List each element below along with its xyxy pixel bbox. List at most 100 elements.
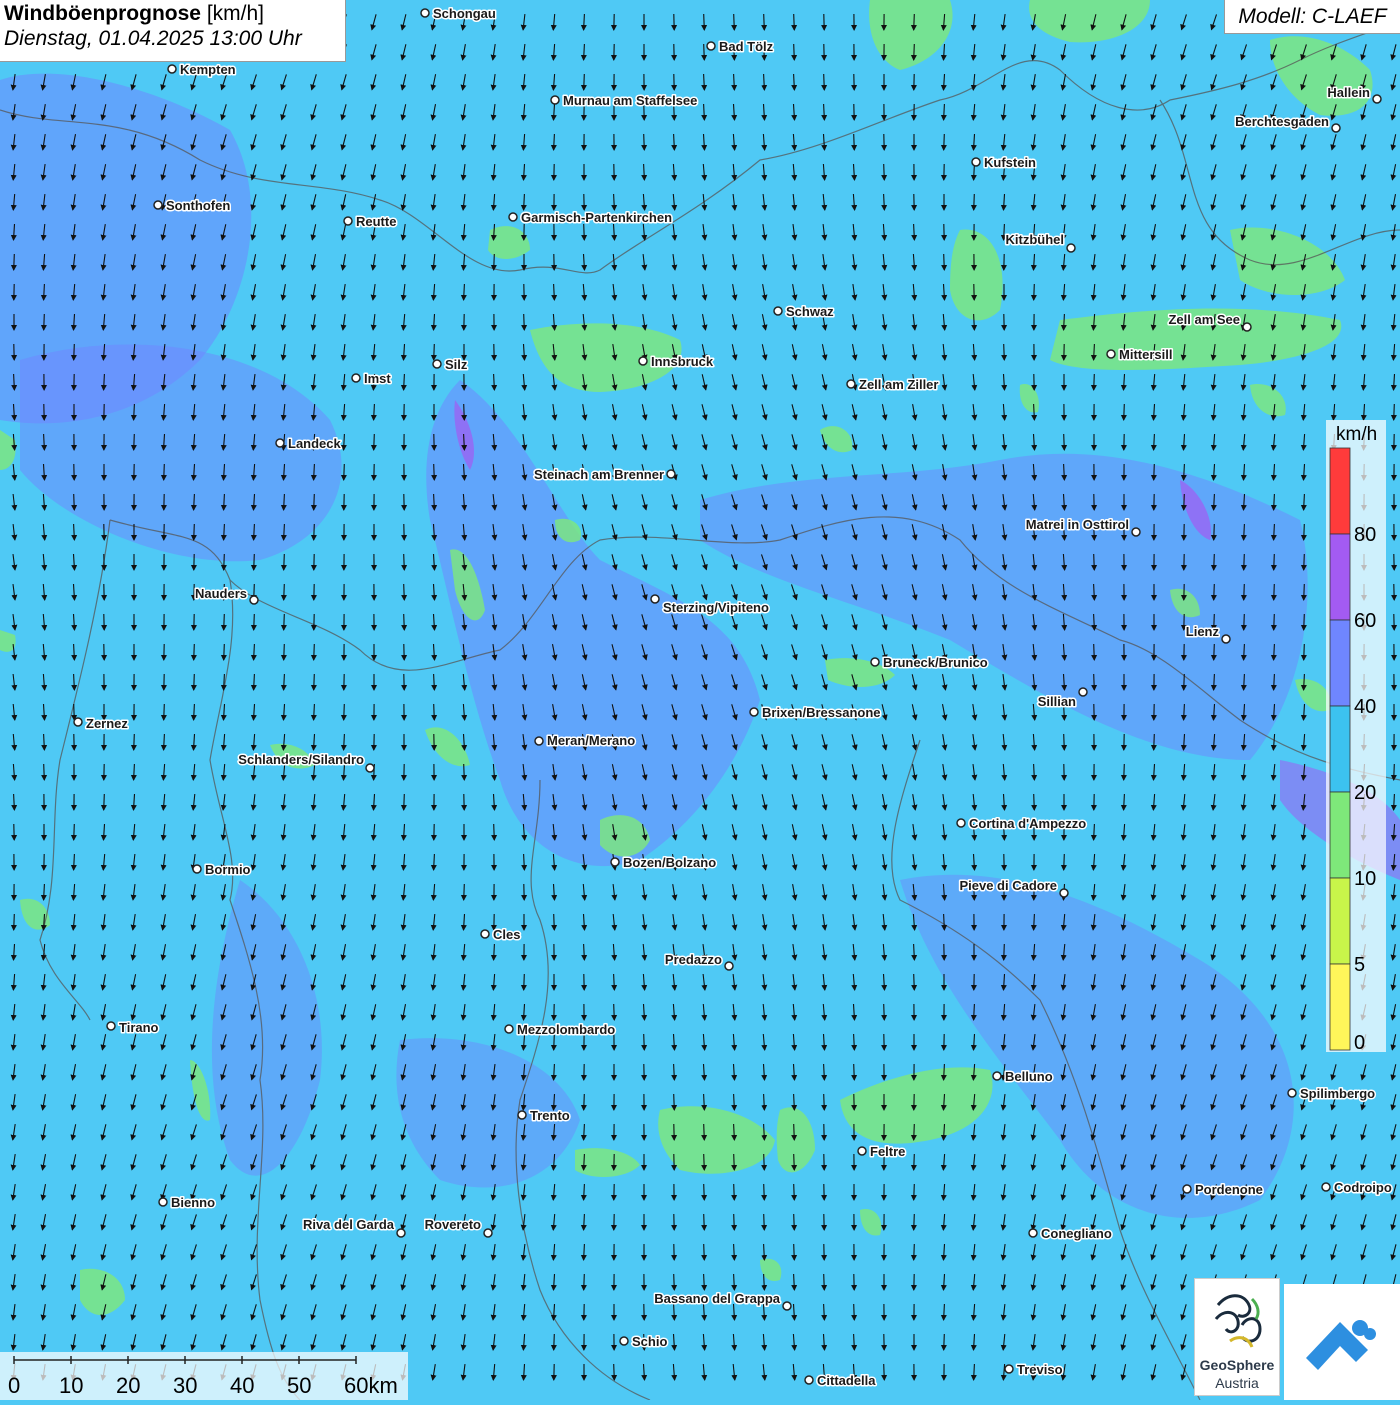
model-label: Modell: C-LAEF	[1224, 0, 1400, 34]
legend-scale: 80 60 40 20 10 5 0	[1326, 420, 1386, 1052]
city-mezzolombardo[interactable]: Mezzolombardo	[505, 1022, 615, 1037]
city-murnau[interactable]: Murnau am Staffelsee	[551, 93, 697, 108]
legend-band	[1330, 878, 1350, 964]
svg-text:Bozen/Bolzano: Bozen/Bolzano	[623, 855, 716, 870]
geosphere-country: Austria	[1195, 1375, 1279, 1391]
svg-text:Bienno: Bienno	[171, 1195, 215, 1210]
svg-text:Mittersill: Mittersill	[1119, 347, 1172, 362]
svg-text:Cortina d'Ampezzo: Cortina d'Ampezzo	[969, 816, 1086, 831]
city-innsbruck[interactable]: Innsbruck	[639, 354, 714, 369]
scalebar-label: 60km	[344, 1373, 398, 1398]
svg-text:Spilimbergo: Spilimbergo	[1300, 1086, 1375, 1101]
city-pordenone[interactable]: Pordenone	[1183, 1182, 1263, 1197]
city-spilimbergo[interactable]: Spilimbergo	[1288, 1086, 1375, 1101]
city-meran[interactable]: Meran/Merano	[535, 733, 635, 748]
color-legend: km/h 806040201050	[1326, 420, 1386, 1052]
svg-text:Rovereto: Rovereto	[425, 1217, 481, 1232]
scalebar-label: 0	[8, 1373, 20, 1398]
svg-text:Cles: Cles	[493, 927, 520, 942]
city-bruneck[interactable]: Bruneck/Brunico	[871, 655, 988, 670]
svg-text:Zernez: Zernez	[86, 716, 128, 731]
svg-text:Codroipo: Codroipo	[1334, 1180, 1392, 1195]
svg-text:Schio: Schio	[632, 1334, 667, 1349]
legend-tick-label: 20	[1354, 782, 1376, 804]
legend-tick-label: 80	[1354, 524, 1376, 546]
forecast-datetime: Dienstag, 01.04.2025 13:00 Uhr	[4, 27, 341, 51]
svg-text:Zell am Ziller: Zell am Ziller	[859, 377, 938, 392]
city-sonthofen[interactable]: Sonthofen	[154, 198, 230, 213]
wind-app-icon	[1284, 1284, 1400, 1400]
map-title-unit: [km/h]	[207, 2, 264, 25]
svg-text:Pieve di Cadore: Pieve di Cadore	[959, 878, 1057, 893]
svg-text:Trento: Trento	[530, 1108, 570, 1123]
svg-text:Sonthofen: Sonthofen	[166, 198, 230, 213]
legend-band	[1330, 448, 1350, 534]
svg-text:Cittadella: Cittadella	[817, 1373, 876, 1388]
svg-text:Innsbruck: Innsbruck	[651, 354, 714, 369]
city-brixen[interactable]: Brixen/Bressanone	[750, 705, 881, 720]
scalebar-label: 50	[287, 1373, 311, 1398]
svg-text:Landeck: Landeck	[288, 436, 342, 451]
city-garmisch[interactable]: Garmisch-Partenkirchen	[509, 210, 672, 225]
legend-band	[1330, 534, 1350, 620]
svg-text:Zell am See: Zell am See	[1168, 312, 1240, 327]
legend-band	[1330, 792, 1350, 878]
svg-text:Silz: Silz	[445, 357, 468, 372]
map-title-box: Windböenprognose [km/h] Dienstag, 01.04.…	[0, 0, 346, 62]
legend-tick-label: 5	[1354, 954, 1365, 976]
svg-text:Riva del Garda: Riva del Garda	[303, 1217, 395, 1232]
svg-text:Meran/Merano: Meran/Merano	[547, 733, 635, 748]
legend-band	[1330, 964, 1350, 1050]
svg-text:Schwaz: Schwaz	[786, 304, 834, 319]
svg-text:Schlanders/Silandro: Schlanders/Silandro	[238, 752, 364, 767]
city-bozen[interactable]: Bozen/Bolzano	[611, 855, 716, 870]
svg-text:Hallein: Hallein	[1327, 85, 1370, 100]
svg-text:Belluno: Belluno	[1005, 1069, 1053, 1084]
svg-text:Sterzing/Vipiteno: Sterzing/Vipiteno	[663, 600, 769, 615]
scalebar-label: 10	[59, 1373, 83, 1398]
svg-text:Pordenone: Pordenone	[1195, 1182, 1263, 1197]
svg-text:Sillian: Sillian	[1038, 694, 1076, 709]
svg-text:Kitzbühel: Kitzbühel	[1006, 232, 1065, 247]
city-cortina[interactable]: Cortina d'Ampezzo	[957, 816, 1086, 831]
svg-text:Berchtesgaden: Berchtesgaden	[1235, 114, 1329, 129]
svg-text:Feltre: Feltre	[870, 1144, 905, 1159]
svg-text:Garmisch-Partenkirchen: Garmisch-Partenkirchen	[521, 210, 672, 225]
legend-tick-label: 40	[1354, 696, 1376, 718]
svg-text:Predazzo: Predazzo	[665, 952, 722, 967]
svg-text:Steinach am Brenner: Steinach am Brenner	[534, 467, 664, 482]
legend-tick-label: 0	[1354, 1032, 1365, 1052]
svg-text:Bormio: Bormio	[205, 862, 251, 877]
city-steinach[interactable]: Steinach am Brenner	[534, 467, 675, 482]
svg-text:Mezzolombardo: Mezzolombardo	[517, 1022, 615, 1037]
svg-text:Brixen/Bressanone: Brixen/Bressanone	[762, 705, 881, 720]
legend-band	[1330, 620, 1350, 706]
geosphere-name: GeoSphere	[1195, 1357, 1279, 1373]
distance-scalebar: 0 10 20 30 40 50 60km	[0, 1352, 408, 1400]
city-zell-am-ziller[interactable]: Zell am Ziller	[847, 377, 938, 392]
wind-gust-map[interactable]: Schongau Bad Tölz Kempten Murnau am Staf…	[0, 0, 1400, 1400]
svg-text:Kempten: Kempten	[180, 62, 236, 77]
svg-text:Reutte: Reutte	[356, 214, 396, 229]
svg-text:Matrei in Osttirol: Matrei in Osttirol	[1026, 517, 1129, 532]
city-schongau[interactable]: Schongau	[421, 6, 496, 21]
scalebar-label: 40	[230, 1373, 254, 1398]
svg-text:Treviso: Treviso	[1017, 1362, 1063, 1377]
legend-tick-label: 10	[1354, 868, 1376, 890]
city-conegliano[interactable]: Conegliano	[1029, 1226, 1112, 1241]
svg-text:Bad Tölz: Bad Tölz	[719, 39, 774, 54]
wind-app-logo[interactable]	[1284, 1284, 1400, 1400]
geosphere-logo[interactable]: GeoSphere Austria	[1194, 1278, 1280, 1396]
svg-text:Imst: Imst	[364, 371, 391, 386]
scalebar-label: 30	[173, 1373, 197, 1398]
svg-text:Schongau: Schongau	[433, 6, 496, 21]
legend-tick-label: 60	[1354, 610, 1376, 632]
geosphere-emblem-icon	[1208, 1285, 1268, 1355]
svg-text:Conegliano: Conegliano	[1041, 1226, 1112, 1241]
legend-band	[1330, 706, 1350, 792]
svg-text:Tirano: Tirano	[119, 1020, 159, 1035]
scalebar-label: 20	[116, 1373, 140, 1398]
svg-text:Kufstein: Kufstein	[984, 155, 1036, 170]
map-title: Windböenprognose [km/h]	[4, 2, 341, 26]
scalebar-graphic: 0 10 20 30 40 50 60km	[0, 1352, 408, 1400]
